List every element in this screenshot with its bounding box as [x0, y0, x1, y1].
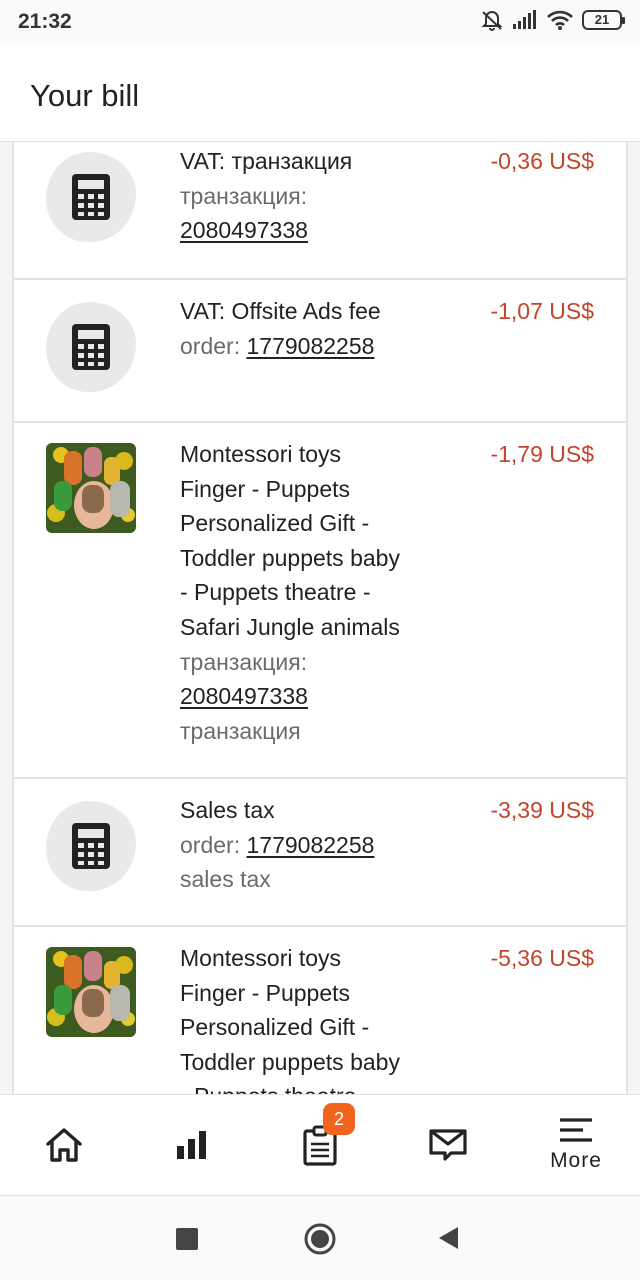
row-title: VAT: Offsite Ads fee	[180, 298, 381, 324]
calculator-icon	[46, 302, 136, 392]
back-triangle-icon[interactable]	[438, 1226, 460, 1250]
row-ref-label: order:	[180, 831, 241, 858]
row-title-line: Finger - Puppets	[180, 979, 351, 1006]
row-title: VAT: транзакция	[180, 148, 353, 174]
nav-stats[interactable]	[132, 1095, 252, 1195]
menu-icon	[560, 1118, 592, 1142]
stats-icon	[177, 1131, 206, 1159]
row-subtitle: sales tax	[180, 866, 271, 893]
row-amount: -0,36 US$	[490, 148, 594, 174]
row-title-line: Personalized Gift -	[180, 510, 370, 537]
system-nav-bar	[0, 1196, 640, 1280]
order-link[interactable]: 1779082258	[246, 333, 374, 359]
list-item[interactable]: VAT: Offsite Ads fee order: 1779082258 -…	[14, 280, 626, 423]
list-item[interactable]: Sales tax order: 1779082258 sales tax -3…	[14, 779, 626, 927]
transaction-link[interactable]: 2080497338	[180, 217, 308, 243]
row-description: Montessori toys Finger - Puppets Persona…	[180, 437, 440, 748]
row-subtitle: транзакция	[180, 717, 301, 744]
battery-indicator: 21	[582, 10, 625, 30]
row-ref-label: order:	[180, 332, 241, 359]
status-icons: 21	[480, 8, 625, 32]
recents-square-icon[interactable]	[176, 1228, 198, 1250]
row-description: Montessori toys Finger - Puppets Persona…	[180, 941, 440, 1094]
row-title-line: - Puppets theatre -	[180, 579, 371, 606]
status-bar: 21:32 21	[0, 0, 640, 44]
row-title-line: - Puppets theatre -	[180, 1079, 440, 1094]
product-thumbnail	[46, 443, 136, 533]
row-description: VAT: транзакция транзакция: 2080497338	[180, 144, 440, 248]
row-title-line: Toddler puppets baby	[180, 1048, 400, 1075]
order-link[interactable]: 1779082258	[246, 832, 374, 858]
app-header: Your bill	[0, 44, 640, 142]
orders-badge: 2	[323, 1103, 355, 1135]
row-amount: -1,07 US$	[490, 298, 594, 324]
row-description: Sales tax order: 1779082258 sales tax	[180, 793, 440, 897]
list-item[interactable]: VAT: транзакция транзакция: 2080497338 -…	[14, 142, 626, 280]
nav-more[interactable]: More	[516, 1095, 636, 1195]
row-title-line: Toddler puppets baby	[180, 544, 400, 571]
product-thumbnail	[46, 947, 136, 1037]
row-title-line: Montessori toys	[180, 945, 342, 971]
home-icon	[46, 1128, 82, 1162]
row-amount: -1,79 US$	[490, 441, 594, 467]
row-title: Sales tax	[180, 797, 275, 823]
page-title: Your bill	[30, 78, 140, 113]
bottom-nav: 2 More	[0, 1094, 640, 1196]
messages-icon	[429, 1129, 467, 1161]
bill-list: VAT: транзакция транзакция: 2080497338 -…	[12, 142, 628, 1094]
row-title-line: Safari Jungle animals	[180, 613, 400, 640]
row-title-line: Personalized Gift -	[180, 1014, 370, 1041]
row-title-line: Montessori toys	[180, 441, 342, 467]
bell-muted-icon	[481, 11, 503, 31]
row-title-line: Finger - Puppets	[180, 475, 351, 502]
status-time: 21:32	[18, 10, 72, 33]
home-circle-icon[interactable]	[303, 1222, 337, 1256]
nav-orders[interactable]: 2	[260, 1095, 380, 1195]
list-item[interactable]: Montessori toys Finger - Puppets Persona…	[14, 927, 626, 1094]
transaction-link[interactable]: 2080497338	[180, 683, 308, 709]
nav-messages[interactable]	[388, 1095, 508, 1195]
list-item[interactable]: Montessori toys Finger - Puppets Persona…	[14, 423, 626, 779]
signal-icon	[513, 10, 536, 29]
row-ref-label: транзакция:	[180, 648, 308, 675]
row-amount: -3,39 US$	[490, 797, 594, 823]
wifi-icon	[547, 10, 573, 30]
calculator-icon	[46, 801, 136, 891]
row-amount: -5,36 US$	[490, 945, 594, 971]
bill-list-viewport[interactable]: VAT: транзакция транзакция: 2080497338 -…	[0, 142, 640, 1094]
calculator-icon	[46, 152, 136, 242]
row-ref-label: транзакция:	[180, 182, 308, 209]
row-description: VAT: Offsite Ads fee order: 1779082258	[180, 294, 440, 363]
nav-home[interactable]	[4, 1095, 124, 1195]
more-label: More	[550, 1149, 602, 1172]
